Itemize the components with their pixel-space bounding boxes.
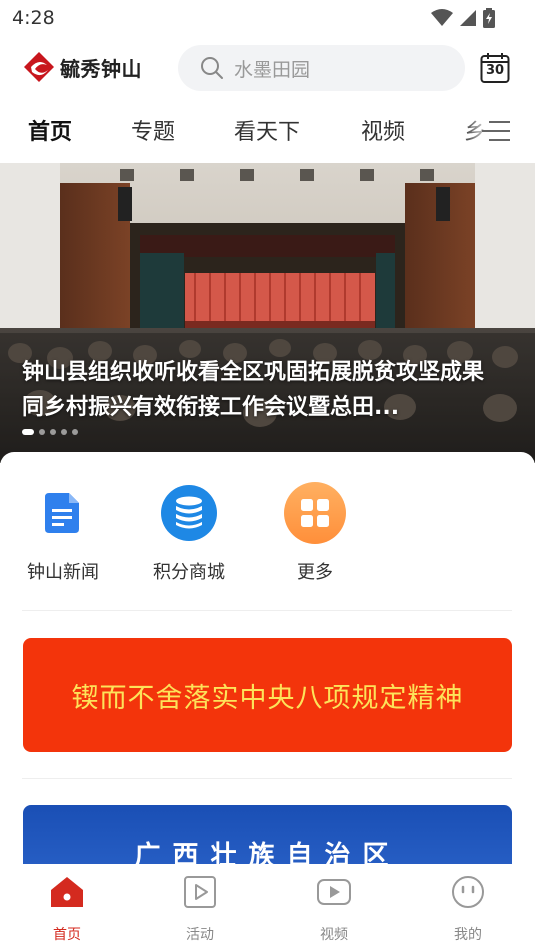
- promo-text: 锲而不舍落实中央八项规定精神: [71, 682, 464, 714]
- nav-video[interactable]: 视频: [294, 874, 374, 944]
- quick-links: 钟山新闻 积分商城 更多: [0, 482, 535, 602]
- promo-banner[interactable]: 锲而不舍落实中央八项规定精神: [23, 638, 512, 752]
- calendar-day: 30: [485, 63, 505, 78]
- divider: [22, 610, 512, 611]
- app-header: 毓秀钟山 水墨田园 30: [0, 40, 535, 98]
- status-time: 4:28: [12, 7, 55, 29]
- search-placeholder: 水墨田园: [234, 58, 311, 81]
- signal-icon: [460, 10, 476, 26]
- grid-icon: [284, 482, 346, 544]
- play-square-icon: [184, 876, 216, 908]
- logo-text: 毓秀钟山: [60, 56, 142, 81]
- quick-link-label: 钟山新闻: [27, 562, 99, 583]
- nav-label: 首页: [53, 927, 81, 943]
- quick-link-more[interactable]: 更多: [265, 482, 365, 584]
- database-icon: [158, 482, 220, 544]
- home-icon: [51, 877, 83, 907]
- pagination-dot: [39, 429, 45, 435]
- logo-emblem-icon: [24, 52, 54, 82]
- nav-label: 我的: [454, 927, 482, 943]
- pagination-dot: [22, 429, 34, 435]
- divider: [22, 778, 512, 779]
- nav-label: 活动: [186, 927, 214, 943]
- tab-home[interactable]: 首页: [28, 114, 72, 146]
- nav-label: 视频: [320, 927, 348, 943]
- video-icon: [317, 879, 351, 905]
- category-tabs: 首页 专题 看天下 视频 乡: [0, 108, 535, 156]
- quick-link-label: 积分商城: [153, 562, 225, 583]
- nav-profile[interactable]: 我的: [428, 874, 508, 944]
- content-card: 钟山新闻 积分商城 更多 锲而不舍落实中央八项规定精神 广西壮族自治区: [0, 452, 535, 872]
- profile-icon: [452, 876, 484, 908]
- battery-icon: [483, 8, 495, 28]
- bottom-navigation: 首页 活动 视频 我的: [0, 864, 535, 951]
- nav-home[interactable]: 首页: [27, 874, 107, 944]
- document-icon: [32, 482, 94, 544]
- guangxi-banner[interactable]: 广西壮族自治区: [23, 805, 512, 872]
- banner-pagination: [22, 429, 78, 435]
- quick-link-label: 更多: [297, 562, 333, 583]
- calendar-button[interactable]: 30: [480, 52, 510, 84]
- banner-caption: 钟山县组织收听收看全区巩固拓展脱贫攻坚成果同乡村振兴有效衔接工作会议暨总田...: [22, 360, 485, 420]
- status-bar: 4:28: [0, 0, 535, 36]
- pagination-dot: [72, 429, 78, 435]
- wifi-icon: [431, 9, 453, 26]
- tab-special[interactable]: 专题: [131, 114, 175, 146]
- search-icon: [201, 57, 223, 79]
- status-icons: [431, 8, 495, 28]
- search-input[interactable]: 水墨田园: [178, 45, 465, 91]
- hero-banner[interactable]: 钟山县组织收听收看全区巩固拓展脱贫攻坚成果同乡村振兴有效衔接工作会议暨总田...: [0, 163, 535, 463]
- tab-world[interactable]: 看天下: [234, 114, 300, 146]
- pagination-dot: [50, 429, 56, 435]
- nav-activity[interactable]: 活动: [160, 874, 240, 944]
- pagination-dot: [61, 429, 67, 435]
- quick-link-points-mall[interactable]: 积分商城: [139, 482, 239, 584]
- quick-link-news[interactable]: 钟山新闻: [13, 482, 113, 584]
- menu-icon[interactable]: [481, 116, 511, 146]
- tab-video[interactable]: 视频: [361, 114, 405, 146]
- app-logo[interactable]: 毓秀钟山: [22, 50, 142, 84]
